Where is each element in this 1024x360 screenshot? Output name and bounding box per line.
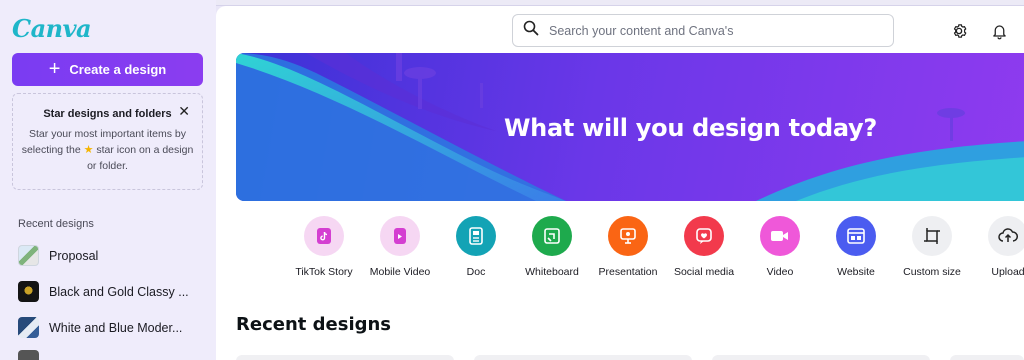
category-label: Video	[766, 266, 794, 278]
category-custom-size[interactable]: Custom size	[894, 216, 970, 278]
doc-icon	[456, 216, 496, 256]
recent-item-label: Black and Gold Classy ...	[49, 284, 189, 299]
star-icon: ★	[83, 144, 94, 156]
plus-icon: +	[48, 57, 61, 80]
recent-item-white-blue[interactable]: White and Blue Moder...	[18, 317, 182, 338]
design-card[interactable]	[712, 355, 930, 360]
star-designs-card: ✕ Star designs and folders Star your mos…	[12, 93, 203, 190]
category-label: Upload	[991, 266, 1024, 278]
whiteboard-icon	[532, 216, 572, 256]
recent-item-black-gold[interactable]: Black and Gold Classy ...	[18, 281, 189, 302]
custom-size-icon	[912, 216, 952, 256]
create-design-label: Create a design	[69, 62, 167, 77]
social-media-icon	[684, 216, 724, 256]
category-video[interactable]: Video	[742, 216, 818, 278]
design-thumbnail	[18, 245, 39, 266]
design-thumbnail	[18, 350, 39, 360]
main-panel: What will you design today? TikTok Story…	[216, 6, 1024, 360]
close-icon[interactable]: ✕	[178, 103, 190, 120]
category-whiteboard[interactable]: Whiteboard	[514, 216, 590, 278]
mobile-video-icon	[380, 216, 420, 256]
search-bar[interactable]	[512, 14, 894, 47]
upload-icon	[988, 216, 1024, 256]
create-design-button[interactable]: + Create a design	[12, 53, 203, 86]
design-thumbnail	[18, 281, 39, 302]
video-icon	[760, 216, 800, 256]
design-card[interactable]	[474, 355, 692, 360]
recent-item-label: Proposal	[49, 248, 99, 263]
category-label: Whiteboard	[525, 266, 579, 278]
recent-item-proposal[interactable]: Proposal	[18, 245, 98, 266]
settings-gear-icon[interactable]	[948, 20, 970, 42]
design-card[interactable]	[236, 355, 454, 360]
category-label: Doc	[466, 266, 486, 278]
star-card-title: Star designs and folders	[43, 108, 172, 120]
category-tiktok-story[interactable]: TikTok Story	[286, 216, 362, 278]
star-card-body: Star your most important items by select…	[21, 126, 194, 174]
category-label: TikTok Story	[295, 266, 353, 278]
website-icon	[836, 216, 876, 256]
category-label: Custom size	[903, 266, 961, 278]
canva-logo[interactable]: Canva	[12, 14, 92, 43]
recent-item-label: White and Blue Moder...	[49, 320, 183, 335]
design-card[interactable]	[950, 355, 1024, 360]
notifications-bell-icon[interactable]	[988, 20, 1010, 42]
sidebar: Canva + Create a design ✕ Star designs a…	[0, 0, 216, 360]
tiktok-icon	[304, 216, 344, 256]
category-label: Mobile Video	[369, 266, 431, 278]
design-thumbnail	[18, 317, 39, 338]
hero-banner: What will you design today?	[236, 53, 1024, 201]
category-social-media[interactable]: Social media	[666, 216, 742, 278]
category-label: Presentation	[598, 266, 658, 278]
category-presentation[interactable]: Presentation	[590, 216, 666, 278]
design-type-shortcuts: TikTok Story Mobile Video Doc Whiteboard…	[216, 216, 1024, 291]
category-label: Social media	[673, 266, 735, 278]
recent-designs-heading: Recent designs	[236, 314, 392, 335]
category-website[interactable]: Website	[818, 216, 894, 278]
hero-title: What will you design today?	[504, 114, 878, 142]
search-input[interactable]	[549, 23, 869, 38]
search-icon	[523, 20, 539, 41]
recent-item-more[interactable]	[18, 350, 39, 360]
presentation-icon	[608, 216, 648, 256]
category-mobile-video[interactable]: Mobile Video	[362, 216, 438, 278]
category-upload[interactable]: Upload	[970, 216, 1024, 278]
recent-designs-label: Recent designs	[18, 218, 94, 230]
category-label: Website	[837, 266, 875, 278]
category-doc[interactable]: Doc	[438, 216, 514, 278]
star-card-text-2: star icon on a design or folder.	[87, 144, 194, 172]
